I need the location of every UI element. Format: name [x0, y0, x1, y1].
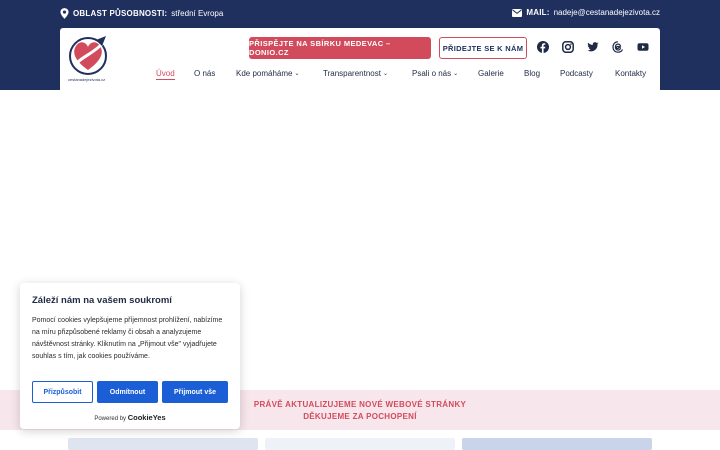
nav-item-label: Psali o nás: [412, 69, 452, 78]
nav-item-label: Úvod: [156, 69, 175, 78]
area-value: střední Evropa: [171, 9, 224, 18]
customize-button[interactable]: Přizpůsobit: [32, 381, 93, 403]
area-info: OBLAST PŮSOBNOSTI: střední Evropa: [60, 8, 223, 19]
nav-item-psali-o-nas[interactable]: Psali o nás ⌄: [412, 69, 458, 78]
content-card[interactable]: [462, 438, 652, 450]
nav-item-blog[interactable]: Blog: [524, 69, 540, 78]
nav-item-galerie[interactable]: Galerie: [478, 69, 504, 78]
cookie-text: Pomocí cookies vylepšujeme příjemnost pr…: [32, 317, 223, 360]
nav-item-label: Blog: [524, 69, 541, 78]
main-nav: Úvod O nás Kde pomáháme ⌄ Transparentnost…: [60, 69, 660, 83]
chevron-down-icon: ⌄: [294, 71, 300, 77]
nav-item-o-nas[interactable]: O nás: [194, 69, 215, 78]
chevron-down-icon: ⌄: [382, 71, 388, 77]
map-pin-icon: [60, 8, 69, 19]
nav-item-transparentnost[interactable]: Transparentnost ⌄: [323, 69, 388, 78]
cookie-buttons: Přizpůsobit Odmítnout Přijmout vše: [32, 381, 228, 403]
donate-button[interactable]: PŘISPĚJTE NA SBÍRKU MEDEVAC – DONIO.CZ: [249, 37, 431, 59]
instagram-icon[interactable]: [562, 41, 574, 53]
mail-link[interactable]: nadeje@cestanadejezivota.cz: [554, 8, 660, 17]
nav-item-label: Galerie: [478, 69, 504, 78]
nav-item-kde-pomahame[interactable]: Kde pomáháme ⌄: [236, 69, 300, 78]
area-label: OBLAST PŮSOBNOSTI:: [73, 9, 168, 18]
nav-item-kontakty[interactable]: Kontakty: [615, 69, 646, 78]
cookie-consent-dialog: Záleží nám na vašem soukromí Pomocí cook…: [20, 283, 240, 429]
powered-by-label: Powered by: [94, 416, 127, 422]
nav-item-label: O nás: [194, 69, 216, 78]
join-button[interactable]: PŘIDEJTE SE K NÁM: [439, 37, 527, 59]
twitter-icon[interactable]: [587, 41, 599, 53]
facebook-icon[interactable]: [537, 41, 549, 53]
powered-by: Powered by CookieYes: [20, 413, 240, 422]
mail-label: MAIL:: [526, 8, 550, 17]
content-card[interactable]: [68, 438, 258, 450]
chevron-down-icon: ⌄: [453, 71, 459, 77]
nav-item-podcasty[interactable]: Podcasty: [560, 69, 593, 78]
reject-button[interactable]: Odmítnout: [97, 381, 158, 403]
cookie-title: Záleží nám na vašem soukromí: [32, 295, 172, 306]
nav-item-label: Transparentnost: [323, 69, 381, 78]
mail-icon: [512, 8, 523, 17]
nav-item-uvod[interactable]: Úvod: [156, 69, 175, 80]
site-header: cestanadejezivota.cz PŘISPĚJTE NA SBÍRKU…: [60, 28, 660, 90]
threads-icon[interactable]: [612, 41, 624, 53]
cookieyes-brand: CookieYes: [127, 413, 166, 422]
nav-item-label: Kde pomáháme: [236, 69, 293, 78]
nav-item-label: Podcasty: [560, 69, 593, 78]
youtube-icon[interactable]: [637, 41, 649, 53]
nav-item-label: Kontakty: [615, 69, 647, 78]
mail-info: MAIL: nadeje@cestanadejezivota.cz: [512, 8, 660, 17]
accept-all-button[interactable]: Přijmout vše: [162, 381, 228, 403]
top-info-bar: OBLAST PŮSOBNOSTI: střední Evropa MAIL: …: [60, 8, 660, 22]
card-row: [0, 438, 720, 450]
content-card[interactable]: [265, 438, 455, 450]
